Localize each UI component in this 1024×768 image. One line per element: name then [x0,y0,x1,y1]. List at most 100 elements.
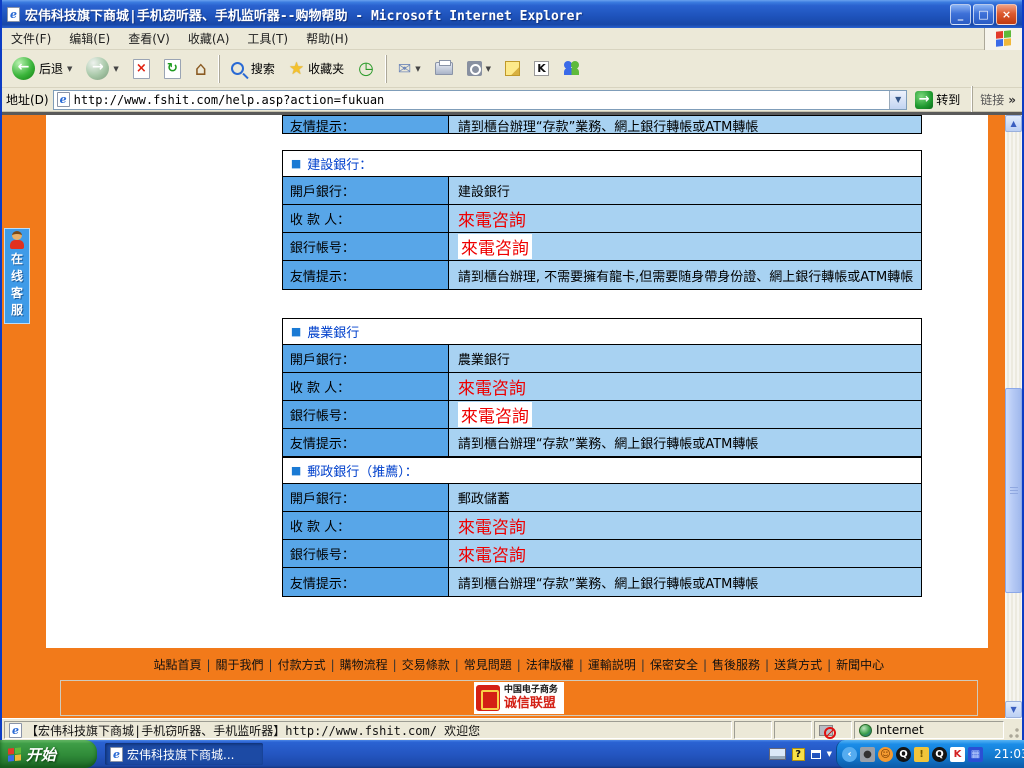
tray-camera-icon[interactable]: ● [860,747,875,762]
forward-button[interactable]: → ▼ [80,53,124,85]
footer-link[interactable]: 保密安全 [650,658,698,672]
back-dropdown-icon[interactable]: ▼ [67,65,72,73]
page-left-margin: 在线客服 [2,115,46,718]
mail-button[interactable]: ✉ ▼ [392,53,427,85]
stop-button[interactable]: × [127,53,156,85]
bank-table: ■建設銀行：開戶銀行：建設銀行收 款 人：來電咨詢銀行帳号：來電咨詢友情提示：請… [282,150,922,290]
history-button[interactable]: ◷ [352,53,380,85]
messenger-button[interactable] [557,53,587,85]
scroll-up-button[interactable]: ▲ [1005,115,1022,132]
table-row: 開戶銀行：郵政儲蓄 [283,484,921,512]
alliance-line2: 诚信联盟 [504,696,558,711]
url-text[interactable]: http://www.fshit.com/help.asp?action=fuk… [74,93,886,107]
edit-button[interactable]: ▼ [461,53,497,85]
search-icon [231,62,244,75]
address-dropdown-button[interactable]: ▼ [889,91,906,109]
footer-link[interactable]: 常見問題 [464,658,512,672]
forward-dropdown-icon[interactable]: ▼ [113,65,118,73]
menu-item[interactable]: 查看(V) [119,27,179,50]
footer-link[interactable]: 關于我們 [216,658,264,672]
restore-button[interactable]: □ [973,4,994,25]
close-button[interactable]: × [996,4,1017,25]
footer-link[interactable]: 站點首頁 [153,658,201,672]
search-button[interactable]: 搜索 [225,53,281,85]
footer-link[interactable]: 送貨方式 [774,658,822,672]
tray-qq2-icon[interactable]: Q [932,747,947,762]
table-header: ■郵政銀行（推薦）： [283,458,921,484]
print-button[interactable] [429,53,459,85]
menu-item[interactable]: 文件(F) [2,27,60,50]
vertical-scrollbar[interactable]: ▲ ▼ [1005,115,1022,718]
back-button[interactable]: ← 后退 ▼ [6,53,78,85]
home-icon: ⌂ [195,59,207,79]
language-restore-icon[interactable] [811,750,821,759]
links-toolbar[interactable]: 链接 » [980,91,1018,108]
kaspersky-button[interactable]: K [528,53,555,85]
popup-blocked-pane[interactable] [814,721,852,739]
bank-table: ■農業銀行開戶銀行：農業銀行收 款 人：來電咨詢銀行帳号：來電咨詢友情提示：請到… [282,318,922,457]
footer-link[interactable]: 運輸説明 [588,658,636,672]
favorites-button[interactable]: ★ 收藏夹 [283,53,350,85]
tray-qq-icon[interactable]: Q [896,747,911,762]
footer-link[interactable]: 交易條款 [402,658,450,672]
mail-dropdown-icon[interactable]: ▼ [415,65,420,73]
resize-grip[interactable] [1006,723,1020,739]
row-label: 友情提示： [283,568,449,596]
footer-link[interactable]: 法律版權 [526,658,574,672]
windows-flag-icon [996,30,1011,47]
edit-icon [467,61,482,76]
online-service-badge[interactable]: 在线客服 [4,228,30,324]
zone-label: Internet [876,723,924,737]
footer-link[interactable]: 售後服務 [712,658,760,672]
discuss-button[interactable] [499,53,526,85]
toolbar-separator [385,55,387,83]
ie-page-icon: e [7,7,20,22]
keyboard-icon[interactable] [769,748,786,760]
row-value-text: 來電咨詢 [458,513,526,538]
link-separator: | [206,658,210,672]
link-separator: | [269,658,273,672]
edit-dropdown-icon[interactable]: ▼ [486,65,491,73]
address-input[interactable]: e http://www.fshit.com/help.asp?action=f… [53,90,908,110]
home-button[interactable]: ⌂ [189,53,213,85]
footer-link[interactable]: 付款方式 [278,658,326,672]
row-value: 請到櫃台辦理“存款”業務、網上銀行轉帳或ATM轉帳 [449,116,921,134]
language-help-icon[interactable]: ? [792,748,805,761]
row-value: 來電咨詢 [449,401,921,428]
history-icon: ◷ [358,60,374,78]
tray-collapse-icon[interactable]: ‹ [842,747,857,762]
window-title: 宏伟科技旗下商城|手机窃听器、手机监听器--购物帮助 - Microsoft I… [25,5,945,24]
menu-item[interactable]: 帮助(H) [297,27,357,50]
menu-item[interactable]: 编辑(E) [60,27,119,50]
row-value-text: 郵政儲蓄 [458,488,510,507]
language-options-icon[interactable]: ▼ [827,750,832,758]
menu-item[interactable]: 工具(T) [238,27,297,50]
link-separator: | [331,658,335,672]
tray-display-icon[interactable]: ▦ [968,747,983,762]
footer-link[interactable]: 購物流程 [340,658,388,672]
link-separator: | [579,658,583,672]
scroll-down-button[interactable]: ▼ [1005,701,1022,718]
tray-security-shield-icon[interactable]: ! [914,747,929,762]
minimize-button[interactable]: _ [950,4,971,25]
online-service-char: 客 [11,285,23,302]
refresh-button[interactable]: ↻ [158,53,187,85]
tray-agent-icon[interactable]: ☺ [878,747,893,762]
go-button[interactable]: → 转到 [911,90,964,110]
footer-nav: 站點首頁|關于我們|付款方式|購物流程|交易條款|常見問題|法律版權|運輸説明|… [46,648,988,673]
alliance-logo[interactable]: 中国电子商务 诚信联盟 [474,682,564,714]
row-value-text: 來電咨詢 [458,374,526,399]
page-viewport: 在线客服 友情提示： 請到櫃台辦理“存款”業務、網上銀行轉帳或ATM轉帳 ■建設銀行… [2,112,1022,718]
start-button[interactable]: 开始 [0,740,97,768]
row-value-text: 來電咨詢 [458,402,532,427]
row-value-text: 請到櫃台辦理, 不需要擁有龍卡,但需要随身帶身份證、網上銀行轉帳或ATM轉帳 [458,266,913,285]
task-button-active[interactable]: e 宏伟科技旗下商城... [105,743,263,765]
task-button-label: 宏伟科技旗下商城... [127,746,234,763]
footer-link[interactable]: 新聞中心 [836,658,884,672]
menu-item[interactable]: 收藏(A) [179,27,239,50]
tray-kaspersky-icon[interactable]: K [950,747,965,762]
links-overflow-icon[interactable]: » [1008,93,1016,107]
scrollbar-thumb[interactable] [1005,388,1022,593]
language-bar[interactable]: ? ▼ [769,748,832,761]
page-content: 友情提示： 請到櫃台辦理“存款”業務、網上銀行轉帳或ATM轉帳 ■建設銀行：開戶銀行… [46,115,988,718]
